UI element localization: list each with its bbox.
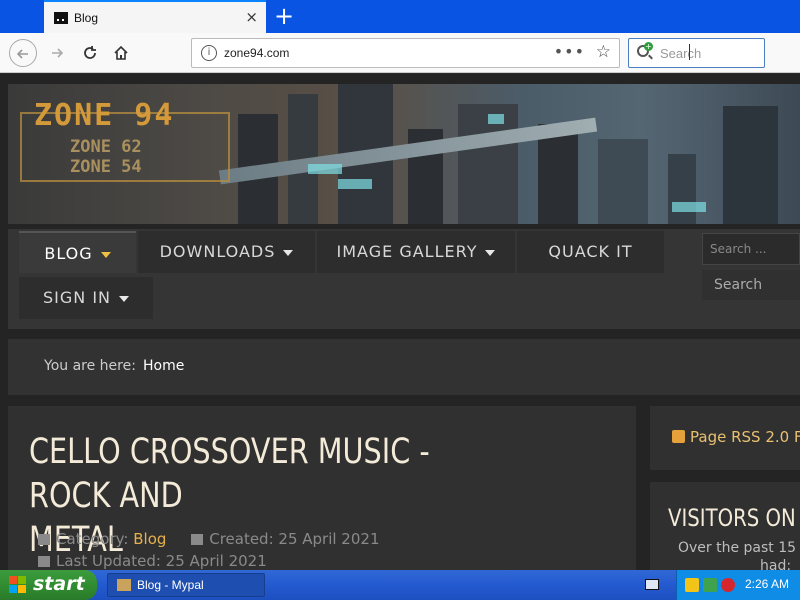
breadcrumb-home-link[interactable]: Home [143, 358, 184, 374]
site-info-icon[interactable]: i [201, 45, 217, 61]
close-tab-icon[interactable]: × [245, 8, 258, 26]
rss-icon [672, 430, 685, 443]
category-link[interactable]: Blog [133, 530, 166, 548]
forward-arrow-icon [52, 48, 64, 58]
webpage: ZONE 94 ZONE 62 ZONE 54 BLOG DOWNLOADS I… [0, 74, 800, 570]
menu-item-quack-it[interactable]: QUACK IT [517, 231, 664, 273]
menu-label: IMAGE GALLERY [336, 242, 478, 261]
article-updated: Last Updated: 25 April 2021 [38, 552, 267, 570]
back-button[interactable] [9, 39, 37, 67]
site-logo[interactable]: ZONE 94 [34, 98, 174, 133]
url-text[interactable]: zone94.com [224, 46, 289, 60]
menu-item-blog[interactable]: BLOG [19, 231, 136, 273]
home-button[interactable] [107, 39, 135, 67]
menu-label: DOWNLOADS [159, 242, 276, 261]
browser-toolbar: i zone94.com ••• ☆ + Search [0, 33, 800, 73]
article: CELLO CROSSOVER MUSIC - ROCK AND METAL C… [8, 406, 636, 570]
site-search-input[interactable]: Search ... [702, 233, 800, 265]
bookmark-star-icon[interactable]: ☆ [596, 42, 611, 62]
tab-title: Blog [74, 11, 99, 25]
visitors-text-2: had: [760, 558, 792, 570]
new-tab-button[interactable]: + [274, 3, 294, 29]
forward-button[interactable] [43, 39, 71, 67]
menu-label: SIGN IN [42, 288, 111, 307]
reload-icon [84, 46, 96, 59]
taskbar-window-label: Blog - Mypal [137, 578, 204, 592]
caret-down-icon [283, 249, 294, 256]
menu-item-image-gallery[interactable]: IMAGE GALLERY [317, 231, 515, 273]
add-search-engine-icon: + [644, 42, 653, 51]
start-label: start [33, 573, 85, 595]
reload-button[interactable] [76, 39, 104, 67]
windows-logo-icon [9, 576, 27, 594]
folder-icon [38, 534, 50, 545]
back-arrow-icon [16, 49, 28, 59]
logo-subtitle-1: ZONE 62 [70, 137, 142, 157]
language-bar-icon[interactable] [645, 579, 659, 590]
url-bar[interactable]: i zone94.com ••• ☆ [191, 38, 620, 68]
system-tray: 2:26 AM [676, 570, 800, 600]
menu-label: QUACK IT [548, 242, 633, 261]
breadcrumb: You are here: Home [8, 339, 800, 395]
site-banner: ZONE 94 ZONE 62 ZONE 54 [8, 84, 800, 224]
rss-module: Page RSS 2.0 Fe [650, 406, 800, 470]
network-icon[interactable] [703, 578, 717, 592]
rss-link[interactable]: Page RSS 2.0 Fe [690, 428, 800, 446]
calendar-icon [38, 556, 50, 567]
browser-titlebar: Blog × + [0, 0, 800, 33]
mypal-icon [117, 579, 131, 591]
created-date: Created: 25 April 2021 [209, 530, 380, 548]
visitors-title: VISITORS ON [668, 504, 796, 532]
caret-down-icon [119, 295, 129, 302]
menu-item-downloads[interactable]: DOWNLOADS [138, 231, 315, 273]
browser-tab[interactable]: Blog × [44, 0, 266, 33]
menu-label: BLOG [44, 244, 93, 263]
home-icon [114, 45, 128, 60]
article-category: Category: Blog Created: 25 April 2021 [38, 530, 380, 548]
visitors-module: VISITORS ON Over the past 15 r had: [650, 482, 800, 570]
taskbar: start Blog - Mypal 2:26 AM [0, 570, 800, 600]
site-search-button[interactable]: Search [702, 270, 800, 300]
visitors-text: Over the past 15 r [678, 540, 800, 556]
text-cursor-icon [689, 44, 691, 60]
clock: 2:26 AM [745, 577, 790, 591]
calendar-icon [191, 534, 204, 545]
page-actions-menu-icon[interactable]: ••• [554, 42, 585, 61]
category-label: Category: [56, 530, 129, 548]
breadcrumb-label: You are here: [44, 358, 136, 374]
start-button[interactable]: start [0, 570, 97, 600]
updated-date: Last Updated: 25 April 2021 [56, 552, 267, 570]
search-tray-icon[interactable] [721, 578, 735, 592]
security-shield-icon[interactable] [685, 578, 699, 592]
main-nav: BLOG DOWNLOADS IMAGE GALLERY QUACK IT SI… [8, 229, 800, 329]
caret-down-icon [485, 249, 496, 256]
logo-subtitle-2: ZONE 54 [70, 157, 142, 177]
site-favicon-icon [54, 12, 68, 24]
menu-item-sign-in[interactable]: SIGN IN [19, 277, 153, 319]
article-title-line1: CELLO CROSSOVER MUSIC - ROCK AND [29, 432, 430, 516]
browser-search-bar[interactable]: + Search [628, 38, 765, 68]
taskbar-window-button[interactable]: Blog - Mypal [107, 573, 265, 597]
browser-search-input[interactable]: Search [660, 46, 701, 61]
caret-down-icon [100, 251, 111, 258]
